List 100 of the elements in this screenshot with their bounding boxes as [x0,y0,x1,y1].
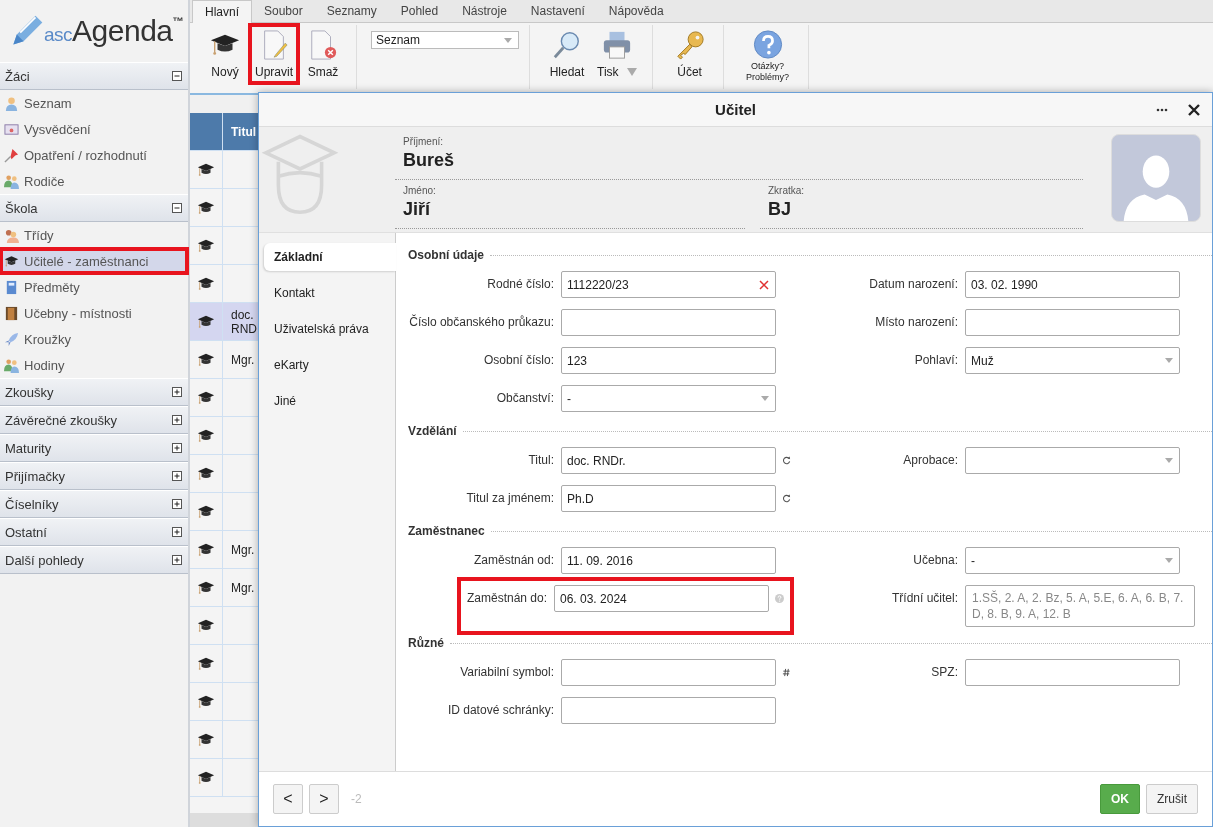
collapse-icon[interactable] [172,203,182,213]
sidebar-item[interactable]: Vysvědčení [0,116,188,142]
caret-icon [504,37,512,43]
expand-icon[interactable] [172,555,182,565]
sidebar-group-header[interactable]: Další pohledy [0,546,188,574]
sidebar-item[interactable]: Učitelé - zaměstnanci [0,248,188,274]
view-select[interactable]: Seznam [371,31,519,49]
menu-tab[interactable]: Pohled [388,0,451,22]
input-field[interactable] [561,309,776,336]
input-field[interactable]: 06. 03. 2024 [554,585,769,612]
graduation-cap-icon [4,253,19,269]
field-label: Občanství: [495,390,555,407]
caret-icon [1165,358,1173,363]
toolbar-button[interactable]: Smaž [300,25,346,83]
close-icon[interactable] [1188,103,1200,116]
sidebar-item[interactable]: Opatření / rozhodnutí [0,142,188,168]
sidebar-group-header[interactable]: Závěrečné zkoušky [0,406,188,434]
input-field[interactable]: 123 [561,347,776,374]
section-title: Osobní údaje [408,248,484,262]
select-field[interactable]: - [965,547,1180,574]
select-field[interactable]: - [561,385,776,412]
toolbar-button[interactable]: Nový [202,25,248,83]
input-field[interactable]: 11. 09. 2016 [561,547,776,574]
sidebar-group-header[interactable]: Číselníky [0,490,188,518]
sidebar-item[interactable]: Rodiče [0,168,188,194]
field-label: ID datové schránky: [446,702,555,719]
help-icon [752,30,783,59]
menu-tab[interactable]: Nápověda [596,0,676,22]
field-value[interactable]: BJ [768,199,1075,220]
sidebar-group-header[interactable]: Zkoušky [0,378,188,406]
toolbar-button[interactable]: Hledat [544,25,590,83]
sidebar-group-header[interactable]: Žáci [0,62,188,90]
field-label: Učebna: [912,552,959,569]
menu-tab[interactable]: Seznamy [314,0,389,22]
people-icon [4,173,19,189]
select-field[interactable]: Muž [965,347,1180,374]
field-label: Datum narození: [868,276,959,293]
expand-icon[interactable] [172,471,182,481]
expand-icon[interactable] [172,415,182,425]
field-label: SPZ: [930,664,959,681]
expand-icon[interactable] [172,443,182,453]
menu-tab[interactable]: Hlavní [192,0,252,23]
person-icon [4,95,19,111]
input-field[interactable]: 03. 02. 1990 [965,271,1180,298]
side-tab[interactable]: Kontakt [264,279,395,307]
sidebar-item[interactable]: Učebny - místnosti [0,300,188,326]
menu-tab[interactable]: Soubor [252,0,315,22]
refresh-icon[interactable] [782,494,791,503]
sidebar-group-header[interactable]: Přijímačky [0,462,188,490]
toolbar-button[interactable]: Otázky? Problémy? [737,25,798,83]
input-field[interactable] [561,697,776,724]
expand-icon[interactable] [172,387,182,397]
text-area[interactable]: 1.SŠ, 2. A, 2. Bz, 5. A, 5.E, 6. A, 6. B, 7. D, 8. B, 9. A, 12. B [965,585,1195,627]
certificate-icon [4,121,19,137]
sidebar-item[interactable]: Hodiny [0,352,188,378]
refresh-icon[interactable] [782,456,791,465]
sidebar-item[interactable]: Seznam [0,90,188,116]
sidebar-group-header[interactable]: Ostatní [0,518,188,546]
field-value[interactable]: Jiří [403,199,737,220]
previous-button[interactable]: < [273,784,303,814]
field-label: Variabilní symbol: [459,664,555,681]
record-position: -2 [351,792,362,806]
sidebar-group-header[interactable]: Maturity [0,434,188,462]
people-icon [4,227,19,243]
key-icon [674,30,705,60]
clear-icon[interactable] [759,279,769,290]
menu-tab[interactable]: Nástroje [450,0,519,22]
input-field[interactable] [965,659,1180,686]
side-tab[interactable]: Uživatelská práva [264,315,395,343]
input-field[interactable]: 1112220/23 [561,271,776,298]
field-label: Pohlaví: [913,352,959,369]
pushpin-icon [4,147,19,163]
input-field[interactable] [965,309,1180,336]
sidebar-item[interactable]: Kroužky [0,326,188,352]
field-value[interactable]: Bureš [403,150,1075,171]
hash-icon[interactable] [782,668,791,677]
sidebar-item[interactable]: Třídy [0,222,188,248]
input-field[interactable]: doc. RNDr. [561,447,776,474]
input-field[interactable] [561,659,776,686]
expand-icon[interactable] [172,527,182,537]
select-field[interactable] [965,447,1180,474]
expand-icon[interactable] [172,499,182,509]
collapse-icon[interactable] [172,71,182,81]
field-label: Zaměstnán od: [472,552,555,569]
sidebar-group-header[interactable]: Škola [0,194,188,222]
input-field[interactable]: Ph.D [561,485,776,512]
caret-icon [1165,558,1173,563]
more-icon[interactable] [1156,107,1168,112]
sidebar-item[interactable]: Předměty [0,274,188,300]
section-title: Vzdělání [408,424,457,438]
menu-tab[interactable]: Nastavení [518,0,597,22]
toolbar-button[interactable]: Tisk [592,25,642,83]
side-tab[interactable]: Jiné [264,387,395,415]
next-button[interactable]: > [309,784,339,814]
field-label: Titul: [527,452,555,469]
side-tab[interactable]: Základní [264,243,396,271]
toolbar-button[interactable]: Účet [666,25,713,83]
cancel-button[interactable]: Zrušit [1146,784,1198,814]
side-tab[interactable]: eKarty [264,351,395,379]
toolbar-button[interactable]: Upravit [250,25,298,83]
